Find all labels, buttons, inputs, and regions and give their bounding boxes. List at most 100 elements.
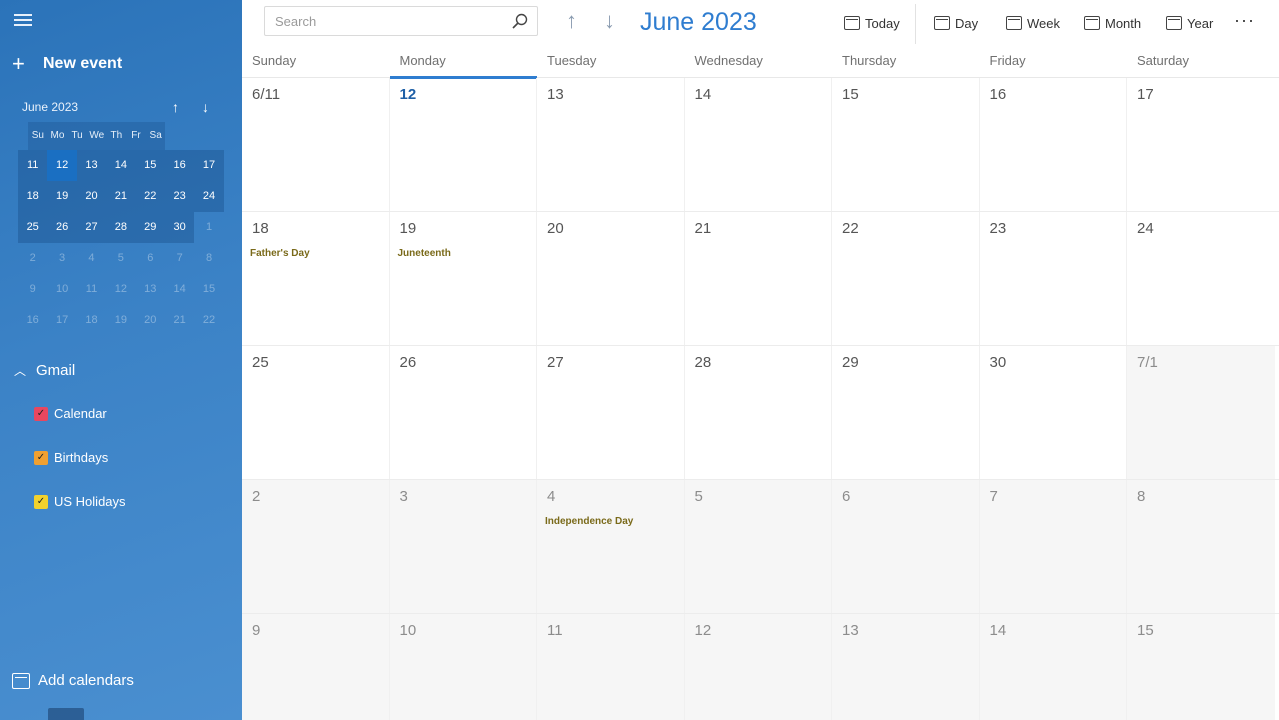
mini-calendar-day[interactable]: 22	[135, 181, 165, 212]
day-cell[interactable]: 3	[389, 480, 537, 613]
mini-calendar-day[interactable]: 1	[194, 212, 223, 243]
mini-calendar-day[interactable]: 25	[18, 212, 48, 243]
mini-calendar-day[interactable]: 17	[47, 305, 76, 336]
mini-calendar-day[interactable]: 19	[106, 305, 135, 336]
calendar-toggle-us-holidays[interactable]: ✓ US Holidays	[34, 494, 126, 509]
mini-calendar-day[interactable]: 11	[77, 274, 106, 305]
day-cell[interactable]: 2	[242, 480, 390, 613]
mini-calendar-day[interactable]: 30	[164, 212, 195, 243]
day-cell[interactable]: 15	[1127, 614, 1275, 720]
day-cell[interactable]: 14	[979, 614, 1127, 720]
day-cell[interactable]: 21	[685, 212, 832, 345]
day-cell[interactable]: 19 Juneteenth	[390, 212, 537, 345]
mini-calendar-day[interactable]: 2	[18, 243, 47, 274]
day-cell[interactable]: 5	[684, 480, 832, 613]
mini-calendar-day[interactable]: 6	[136, 243, 165, 274]
day-cell[interactable]: 18 Father's Day	[242, 212, 390, 345]
day-cell[interactable]: 23	[980, 212, 1127, 345]
month-title[interactable]: June 2023	[640, 6, 757, 38]
day-cell[interactable]: 6	[832, 480, 980, 613]
day-cell[interactable]: 12	[684, 614, 832, 720]
day-cell[interactable]: 30	[980, 346, 1127, 479]
mini-calendar-day[interactable]: 9	[18, 274, 47, 305]
mini-calendar-day[interactable]: 5	[106, 243, 135, 274]
new-event-button[interactable]: + New event	[12, 52, 122, 76]
day-cell[interactable]: 13	[537, 78, 685, 211]
mini-calendar-day[interactable]: 13	[76, 150, 107, 181]
mini-calendar-day[interactable]: 12	[106, 274, 135, 305]
checkbox-checked-icon[interactable]: ✓	[34, 406, 48, 421]
next-month-arrow-icon[interactable]: ↓	[604, 6, 615, 36]
previous-month-arrow-icon[interactable]: ↑	[566, 6, 577, 36]
day-cell[interactable]: 8	[1127, 480, 1275, 613]
mini-calendar-day[interactable]: 20	[136, 305, 165, 336]
hamburger-menu-icon[interactable]	[14, 12, 32, 28]
day-cell[interactable]: 20	[537, 212, 685, 345]
mini-calendar-day[interactable]: 15	[135, 150, 165, 181]
day-cell[interactable]: 6/11	[242, 78, 390, 211]
account-gmail-toggle[interactable]: ︿ Gmail	[14, 362, 75, 379]
day-cell[interactable]: 7/1	[1127, 346, 1275, 479]
mini-calendar-day[interactable]: 21	[106, 181, 136, 212]
mini-calendar-day[interactable]: 11	[18, 150, 48, 181]
event-item[interactable]: Juneteenth	[398, 248, 537, 259]
mini-calendar-day[interactable]: 24	[194, 181, 224, 212]
year-view-button[interactable]: Year	[1166, 12, 1213, 34]
mini-calendar-next-arrow-icon[interactable]: ↓	[202, 98, 209, 116]
mini-calendar-day[interactable]: 20	[76, 181, 107, 212]
more-options-icon[interactable]: ···	[1234, 10, 1255, 31]
today-button[interactable]: Today	[844, 12, 900, 34]
mini-calendar-day[interactable]: 17	[194, 150, 224, 181]
day-cell[interactable]: 25	[242, 346, 390, 479]
mini-calendar-day[interactable]: 3	[47, 243, 76, 274]
day-cell[interactable]: 10	[389, 614, 537, 720]
search-input[interactable]	[265, 7, 495, 35]
mini-calendar-day[interactable]: 16	[18, 305, 47, 336]
day-cell[interactable]: 28	[685, 346, 832, 479]
mini-calendar-day[interactable]: 23	[164, 181, 195, 212]
day-cell[interactable]: 17	[1127, 78, 1275, 211]
day-cell[interactable]: 24	[1127, 212, 1275, 345]
calendar-app-switch-icon[interactable]	[48, 708, 84, 720]
calendar-toggle-calendar[interactable]: ✓ Calendar	[34, 406, 107, 421]
mini-calendar-day[interactable]: 8	[194, 243, 223, 274]
mini-calendar-day[interactable]: 29	[135, 212, 165, 243]
mini-calendar-day[interactable]: 27	[76, 212, 107, 243]
mini-calendar-title[interactable]: June 2023	[22, 100, 78, 114]
day-view-button[interactable]: Day	[934, 12, 978, 34]
day-cell[interactable]: 4 Independence Day	[537, 480, 685, 613]
mini-calendar-day[interactable]: 10	[47, 274, 76, 305]
day-cell[interactable]: 12	[390, 78, 537, 211]
mini-calendar-day[interactable]: 15	[194, 274, 223, 305]
day-cell[interactable]: 22	[832, 212, 980, 345]
day-cell[interactable]: 13	[832, 614, 980, 720]
checkbox-checked-icon[interactable]: ✓	[34, 494, 48, 509]
day-cell[interactable]: 27	[537, 346, 685, 479]
mini-calendar-day[interactable]: 26	[47, 212, 77, 243]
checkbox-checked-icon[interactable]: ✓	[34, 450, 48, 465]
day-cell[interactable]: 11	[537, 614, 685, 720]
day-cell[interactable]: 9	[242, 614, 390, 720]
mini-calendar-day[interactable]: 19	[47, 181, 77, 212]
day-cell[interactable]: 15	[832, 78, 980, 211]
mini-calendar-day[interactable]: 28	[106, 212, 136, 243]
week-view-button[interactable]: Week	[1006, 12, 1060, 34]
day-cell[interactable]: 16	[980, 78, 1127, 211]
mini-calendar-day[interactable]: 16	[164, 150, 195, 181]
month-view-button[interactable]: Month	[1084, 12, 1141, 34]
event-item[interactable]: Independence Day	[545, 516, 684, 527]
mini-calendar-day[interactable]: 18	[18, 181, 48, 212]
day-cell[interactable]: 14	[685, 78, 832, 211]
mini-calendar-day[interactable]: 14	[165, 274, 194, 305]
mini-calendar-day[interactable]: 4	[77, 243, 106, 274]
day-cell[interactable]: 29	[832, 346, 980, 479]
search-icon[interactable]	[511, 12, 529, 30]
mini-calendar-day[interactable]: 13	[136, 274, 165, 305]
mini-calendar-day[interactable]: 18	[77, 305, 106, 336]
mini-calendar-prev-arrow-icon[interactable]: ↑	[172, 98, 179, 116]
mini-calendar-day[interactable]: 21	[165, 305, 194, 336]
add-calendars-button[interactable]: Add calendars	[12, 672, 134, 689]
mini-calendar-day[interactable]: 12	[47, 150, 77, 181]
day-cell[interactable]: 7	[979, 480, 1127, 613]
day-cell[interactable]: 26	[390, 346, 537, 479]
